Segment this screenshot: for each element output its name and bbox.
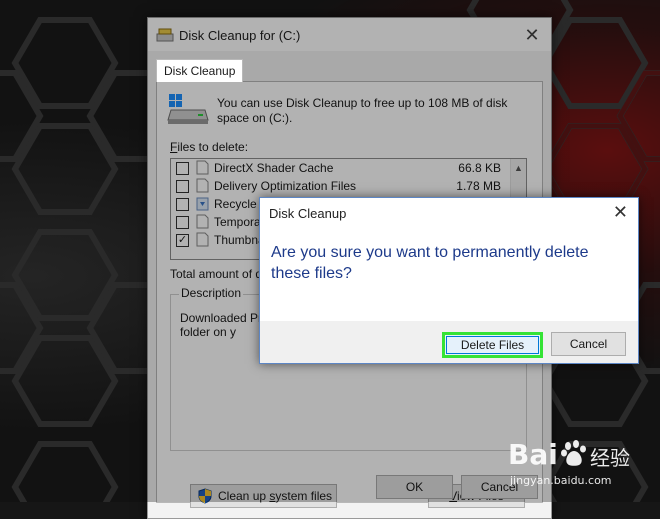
dialog-titlebar[interactable]: Disk Cleanup ✕: [260, 198, 638, 228]
dialog-title: Disk Cleanup: [269, 206, 347, 221]
dialog-message: Are you sure you want to permanently del…: [271, 244, 589, 282]
close-icon[interactable]: ✕: [613, 202, 628, 223]
paw-logo-icon: [560, 440, 588, 471]
delete-files-button[interactable]: Delete Files: [442, 332, 543, 358]
baidu-watermark: Bai 经验 jingyan.baidu.com: [508, 432, 648, 492]
watermark-site: jingyan.baidu.com: [510, 474, 612, 487]
confirm-delete-dialog: Disk Cleanup ✕ Are you sure you want to …: [259, 197, 639, 364]
watermark-brand-cn: 经验: [590, 446, 630, 470]
watermark-brand: Bai: [508, 438, 558, 471]
dialog-footer: Delete Files Cancel: [260, 321, 638, 363]
dialog-cancel-button[interactable]: Cancel: [551, 332, 626, 356]
tab-disk-cleanup[interactable]: Disk Cleanup: [156, 59, 244, 82]
